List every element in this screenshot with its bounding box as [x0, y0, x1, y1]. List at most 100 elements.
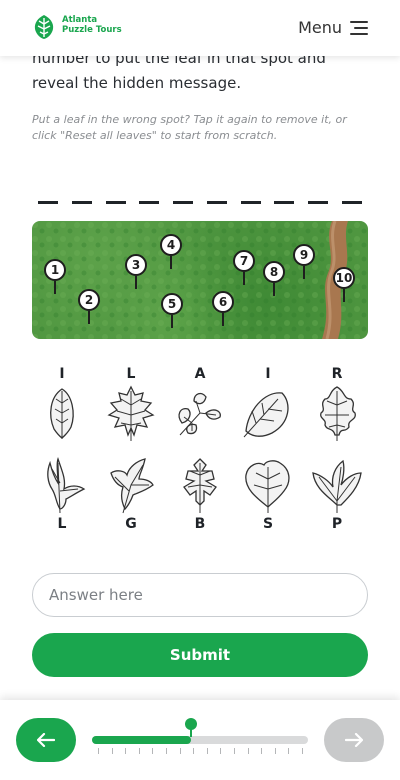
logo-line-2: Puzzle Tours [62, 24, 122, 35]
map-pin-number: 10 [333, 267, 355, 289]
map-pin[interactable]: 10 [333, 267, 357, 302]
leaf-card[interactable]: A [170, 365, 230, 443]
leaf-card[interactable]: S [238, 455, 298, 533]
progress-fill [92, 736, 191, 744]
answer-slot [206, 201, 227, 204]
progress-tick [125, 748, 126, 754]
submit-button[interactable]: Submit [32, 633, 368, 677]
progress-tick [275, 748, 276, 754]
oval-serrated-leaf-icon [32, 383, 92, 443]
map-pin-stem [170, 256, 172, 269]
menu-label: Menu [298, 18, 342, 37]
three-point-leaf-icon [307, 455, 367, 515]
map-pin-stem [243, 272, 245, 285]
progress-tick [166, 748, 167, 754]
heart-leaf-icon [238, 455, 298, 515]
map-pin-number: 9 [293, 244, 315, 266]
map-pin-stem [171, 315, 173, 328]
answer-slot [240, 201, 261, 204]
leaf-letter: A [194, 366, 206, 382]
leaf-card[interactable]: G [101, 455, 161, 533]
map-pin[interactable]: 9 [293, 244, 317, 279]
clustered-leaf-icon [170, 383, 230, 443]
progress-ticks [92, 748, 308, 754]
progress-tick [180, 748, 181, 754]
leaf-card[interactable]: P [307, 455, 367, 533]
map-pin[interactable]: 2 [78, 289, 102, 324]
menu-button[interactable]: Menu [298, 18, 368, 37]
map-pin[interactable]: 6 [212, 291, 236, 326]
progress-tick [302, 748, 303, 754]
narrow-forked-leaf-icon [32, 455, 92, 515]
leaf-letter: G [125, 516, 137, 532]
leaf-card[interactable]: I [32, 365, 92, 443]
leaf-letter: P [331, 516, 343, 532]
map-pin-stem [135, 276, 137, 289]
map-pin-number: 8 [263, 261, 285, 283]
leaf-card[interactable]: L [101, 365, 161, 443]
map-pin[interactable]: 4 [160, 234, 184, 269]
map-pin-stem [303, 266, 305, 279]
map-pin-stem [273, 283, 275, 296]
map-pin[interactable]: 5 [161, 293, 185, 328]
progress-tick [112, 748, 113, 754]
progress-tick [139, 748, 140, 754]
map-pin-stem [54, 281, 56, 294]
leaf-letter: L [57, 516, 67, 532]
answer-input[interactable] [32, 573, 368, 617]
logo-text: Atlanta Puzzle Tours [62, 15, 122, 35]
leaf-card[interactable]: R [307, 365, 367, 443]
answer-slot [341, 201, 362, 204]
progress-tick [207, 748, 208, 754]
map-pin[interactable]: 7 [233, 250, 257, 285]
progress-tick [248, 748, 249, 754]
map-pin-number: 5 [161, 293, 183, 315]
leaf-letter: B [194, 516, 206, 532]
answer-slot [71, 201, 92, 204]
leaf-letter: R [331, 366, 343, 382]
previous-button[interactable] [16, 718, 76, 762]
trail-map: 1 2 3 4 5 6 7 8 9 10 [32, 221, 368, 339]
map-pin-number: 4 [160, 234, 182, 256]
answer-slot [173, 201, 194, 204]
map-pin[interactable]: 8 [263, 261, 287, 296]
map-pin-stem [88, 311, 90, 324]
progress-tick [234, 748, 235, 754]
hint-text: Put a leaf in the wrong spot? Tap it aga… [32, 113, 347, 142]
next-button[interactable] [324, 718, 384, 762]
progress-marker [185, 718, 197, 737]
progress-tick [288, 748, 289, 754]
progress-bar [92, 718, 308, 744]
leaf-card[interactable]: L [32, 455, 92, 533]
answer-slot [139, 201, 160, 204]
leaf-letter: L [126, 366, 136, 382]
bottom-navigation [0, 700, 400, 780]
map-pin-number: 1 [44, 259, 66, 281]
broad-round-leaf-icon [238, 383, 298, 443]
progress-tick [261, 748, 262, 754]
progress-tick [98, 748, 99, 754]
arrow-right-icon [345, 733, 363, 747]
map-pin-stem [222, 313, 224, 326]
progress-tick [193, 748, 194, 754]
leaf-card[interactable]: I [238, 365, 298, 443]
map-pin[interactable]: 1 [44, 259, 68, 294]
answer-slot [308, 201, 329, 204]
leaf-card[interactable]: B [170, 455, 230, 533]
lobed-oak-leaf-icon [101, 383, 161, 443]
answer-slot [105, 201, 126, 204]
curly-lobed-leaf-icon [307, 383, 367, 443]
map-pin-number: 6 [212, 291, 234, 313]
logo-icon[interactable] [32, 14, 56, 40]
progress-tick [152, 748, 153, 754]
map-pin-stem [343, 289, 345, 302]
answer-slot [38, 201, 58, 204]
map-pin[interactable]: 3 [125, 254, 149, 289]
hamburger-icon [350, 20, 368, 35]
leaf-letter: I [265, 366, 271, 382]
arrow-left-icon [37, 733, 55, 747]
map-pin-number: 3 [125, 254, 147, 276]
three-lobed-leaf-icon [101, 455, 161, 515]
map-pin-number: 2 [78, 289, 100, 311]
leaf-letter: I [59, 366, 65, 382]
